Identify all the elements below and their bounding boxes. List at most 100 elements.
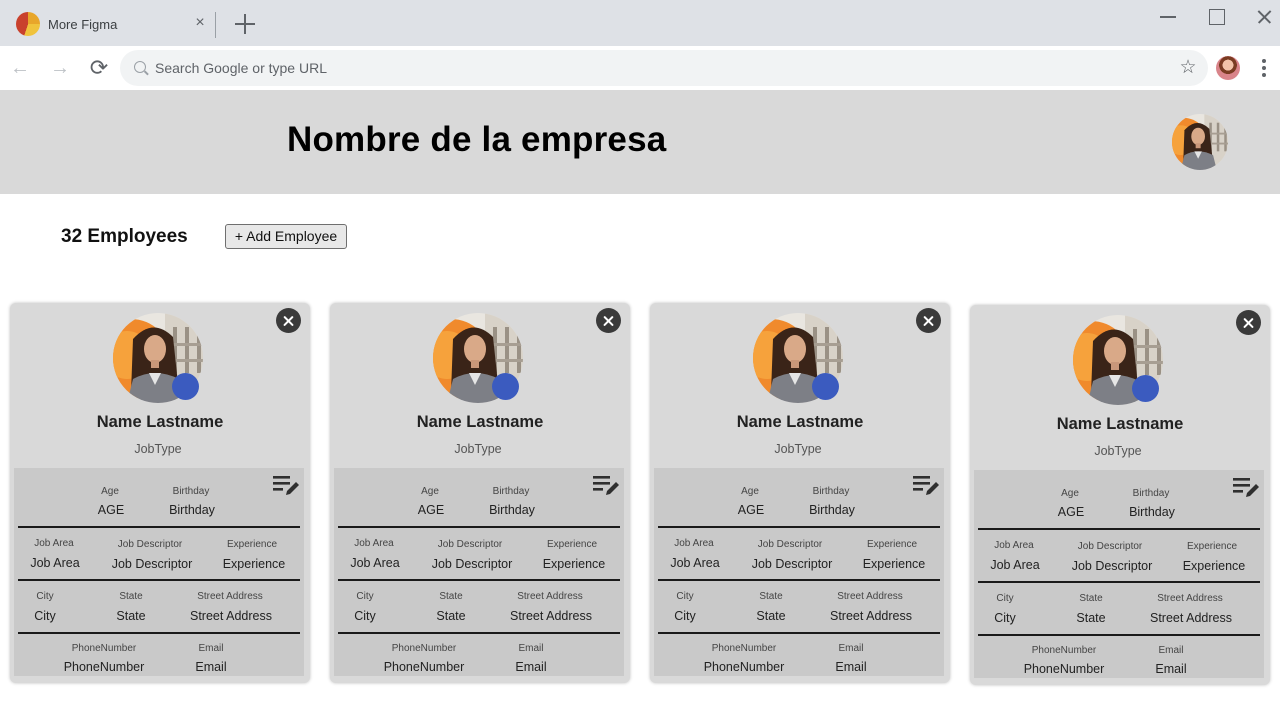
experience-label: Experience — [546, 539, 598, 550]
bookmark-star-icon[interactable]: ☆ — [1177, 57, 1199, 79]
job-area-label: Job Area — [994, 540, 1034, 551]
birthday-value: Birthday — [809, 503, 855, 517]
email-label: Email — [1158, 645, 1184, 656]
job-area-label: Job Area — [34, 538, 74, 549]
details-divider — [658, 526, 940, 528]
street-address-label: Street Address — [1157, 593, 1223, 604]
details-divider — [338, 579, 620, 581]
details-divider — [978, 581, 1260, 583]
experience-label: Experience — [226, 539, 278, 550]
delete-employee-close-icon[interactable] — [916, 308, 941, 333]
job-area-value: Job Area — [30, 556, 80, 570]
reload-icon[interactable]: ⟳ — [87, 56, 111, 80]
window-close-icon[interactable] — [1256, 8, 1274, 26]
employee-name: Name Lastname — [96, 413, 224, 431]
add-employee-button[interactable]: + Add Employee — [225, 224, 347, 249]
job-area-value: Job Area — [990, 558, 1040, 572]
job-descriptor-value: Job Descriptor — [111, 557, 193, 571]
job-descriptor-label: Job Descriptor — [757, 539, 823, 550]
employee-card: Name Lastname JobType Age Birthday AGE B… — [650, 303, 950, 683]
email-value: Email — [835, 660, 867, 674]
company-name: Nombre de la empresa — [287, 120, 667, 159]
phone-number-value: PhoneNumber — [703, 660, 785, 674]
phone-number-value: PhoneNumber — [63, 660, 145, 674]
employee-details-panel: Age Birthday AGE Birthday Job Area Job D… — [974, 470, 1264, 678]
browser-menu-kebab-icon[interactable] — [1256, 56, 1272, 80]
back-arrow-icon[interactable]: ← — [8, 56, 32, 80]
email-value: Email — [515, 660, 547, 674]
phone-number-value: PhoneNumber — [383, 660, 465, 674]
delete-employee-close-icon[interactable] — [1236, 310, 1261, 335]
birthday-value: Birthday — [169, 503, 215, 517]
details-divider — [338, 632, 620, 634]
app-header: Nombre de la empresa — [0, 90, 1280, 194]
employee-card: Name Lastname JobType Age Birthday AGE B… — [10, 303, 310, 683]
phone-number-label: PhoneNumber — [391, 643, 457, 654]
city-value: City — [994, 611, 1016, 625]
job-area-value: Job Area — [670, 556, 720, 570]
details-divider — [978, 528, 1260, 530]
employee-job-type: JobType — [774, 442, 822, 456]
state-value: State — [756, 609, 786, 623]
job-area-value: Job Area — [350, 556, 400, 570]
birthday-value: Birthday — [489, 503, 535, 517]
employee-job-type: JobType — [134, 442, 182, 456]
delete-employee-close-icon[interactable] — [596, 308, 621, 333]
experience-label: Experience — [1186, 541, 1238, 552]
user-avatar-image — [1172, 114, 1228, 170]
age-label: Age — [1061, 488, 1079, 499]
window-minimize-icon[interactable] — [1159, 8, 1177, 26]
tab-close-icon[interactable]: × — [192, 13, 208, 33]
street-address-label: Street Address — [517, 591, 583, 602]
browser-tab[interactable]: More Figma × — [0, 0, 216, 46]
employee-details-panel: Age Birthday AGE Birthday Job Area Job D… — [654, 468, 944, 676]
employee-job-type: JobType — [1094, 444, 1142, 458]
status-indicator — [172, 373, 199, 400]
birthday-label: Birthday — [172, 486, 210, 497]
birthday-value: Birthday — [1129, 505, 1175, 519]
browser-tab-bar: More Figma × — [0, 0, 1280, 46]
birthday-label: Birthday — [1132, 488, 1170, 499]
city-label: City — [356, 591, 374, 602]
new-tab-plus-icon[interactable] — [232, 11, 258, 37]
profile-avatar-icon[interactable] — [1216, 56, 1240, 80]
experience-value: Experience — [542, 557, 606, 571]
job-descriptor-value: Job Descriptor — [431, 557, 513, 571]
search-icon — [134, 61, 146, 73]
birthday-label: Birthday — [812, 486, 850, 497]
phone-number-label: PhoneNumber — [71, 643, 137, 654]
job-area-label: Job Area — [674, 538, 714, 549]
window-maximize-icon[interactable] — [1208, 8, 1226, 26]
edit-details-icon[interactable] — [592, 473, 620, 497]
details-divider — [18, 632, 300, 634]
employee-count: 32 Employees — [61, 226, 188, 247]
state-value: State — [436, 609, 466, 623]
delete-employee-close-icon[interactable] — [276, 308, 301, 333]
url-input[interactable] — [155, 50, 1155, 86]
status-indicator — [1132, 375, 1159, 402]
phone-number-value: PhoneNumber — [1023, 662, 1105, 676]
tab-divider — [215, 12, 216, 38]
experience-value: Experience — [862, 557, 926, 571]
city-label: City — [996, 593, 1014, 604]
experience-label: Experience — [866, 539, 918, 550]
street-address-value: Street Address — [190, 609, 272, 623]
employee-card: Name Lastname JobType Age Birthday AGE B… — [970, 305, 1270, 685]
state-label: State — [1079, 593, 1103, 604]
email-label: Email — [838, 643, 864, 654]
details-divider — [18, 526, 300, 528]
experience-value: Experience — [1182, 559, 1246, 573]
user-avatar[interactable] — [1172, 114, 1228, 170]
edit-details-icon[interactable] — [272, 473, 300, 497]
edit-details-icon[interactable] — [1232, 475, 1260, 499]
city-label: City — [676, 591, 694, 602]
address-bar[interactable]: ☆ — [120, 50, 1208, 86]
age-value: AGE — [1057, 505, 1085, 519]
street-address-value: Street Address — [1150, 611, 1232, 625]
employee-job-type: JobType — [454, 442, 502, 456]
job-descriptor-value: Job Descriptor — [751, 557, 833, 571]
forward-arrow-icon[interactable]: → — [48, 56, 72, 80]
city-value: City — [674, 609, 696, 623]
edit-details-icon[interactable] — [912, 473, 940, 497]
details-divider — [18, 579, 300, 581]
